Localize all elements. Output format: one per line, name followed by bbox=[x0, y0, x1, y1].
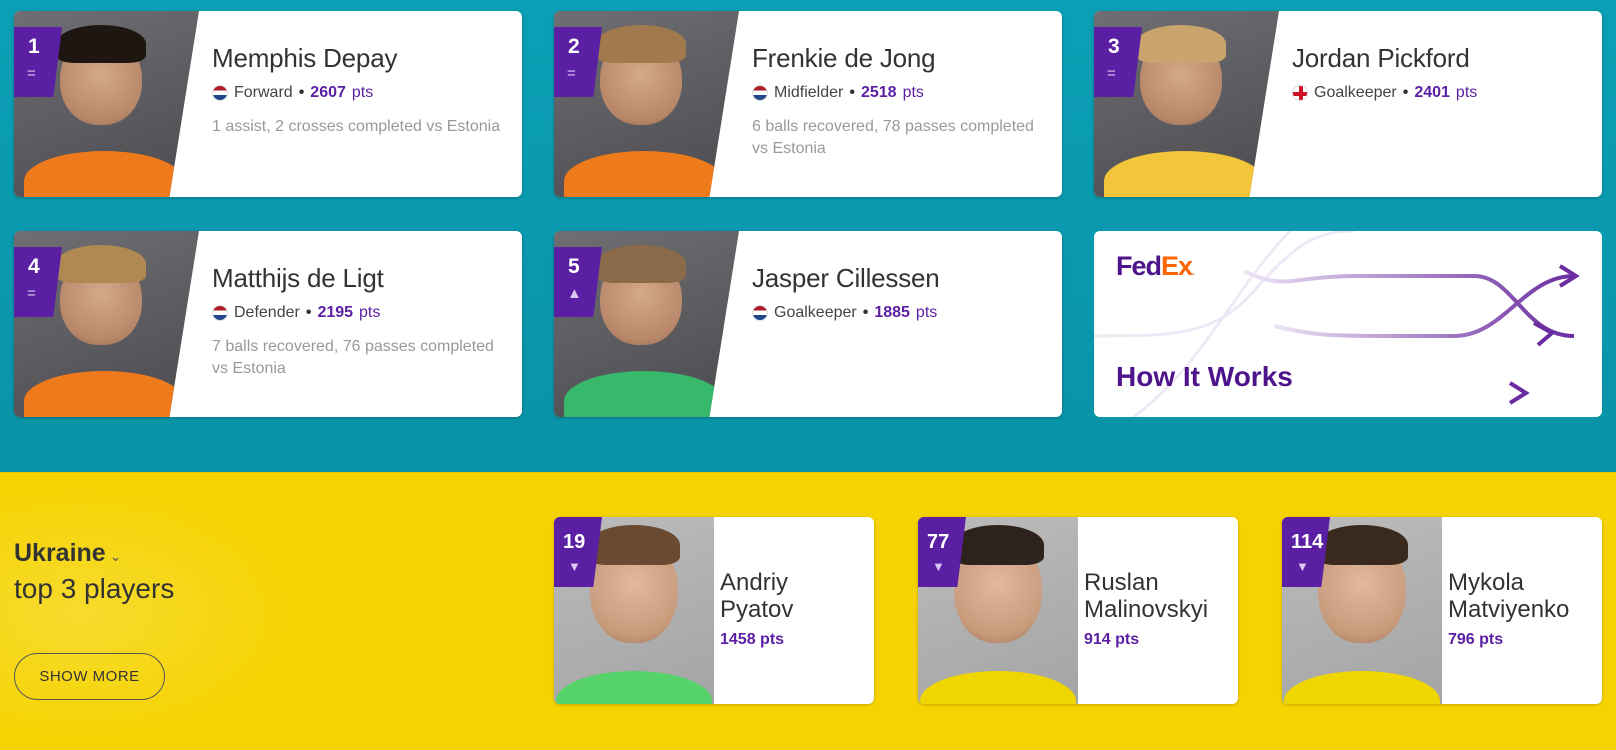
player-position: Forward bbox=[234, 84, 293, 101]
rank-number: 3 bbox=[1108, 35, 1120, 58]
player-position: Goalkeeper bbox=[774, 304, 857, 321]
separator-dot: • bbox=[1402, 84, 1409, 101]
player-points: 914 pts bbox=[1084, 631, 1140, 648]
rank-number: 5 bbox=[568, 255, 580, 278]
separator-dot: • bbox=[862, 304, 869, 321]
player-position: Goalkeeper bbox=[1314, 84, 1397, 101]
fedex-how-it-works-card[interactable]: FedEx. How It Works bbox=[1094, 231, 1602, 417]
player-position: Defender bbox=[234, 304, 300, 321]
points-unit: pts bbox=[915, 304, 938, 321]
show-more-button[interactable]: SHOW MORE bbox=[14, 653, 165, 700]
how-it-works-link[interactable]: How It Works bbox=[1116, 361, 1293, 393]
rank-up-icon: ▲ bbox=[567, 285, 582, 302]
leaderboard-section: 1 = Memphis Depay Forward • 2607 pts 1 a… bbox=[0, 0, 1616, 472]
section-subtitle: top 3 players bbox=[14, 573, 175, 604]
rank-number: 114 bbox=[1291, 531, 1324, 553]
points-unit: pts bbox=[1455, 84, 1478, 101]
player-card[interactable]: 2 = Frenkie de Jong Midfielder • 2518 pt… bbox=[554, 11, 1062, 197]
player-points: 2401 bbox=[1414, 84, 1450, 101]
netherlands-flag-icon bbox=[752, 305, 768, 321]
player-name[interactable]: Memphis Depay bbox=[212, 43, 512, 74]
team-section: Ukraine ⌄ top 3 players SHOW MORE 19 ▼ An… bbox=[0, 472, 1616, 750]
player-points: 2607 bbox=[310, 84, 346, 101]
separator-dot: • bbox=[305, 304, 312, 321]
player-card[interactable]: 3 = Jordan Pickford Goalkeeper • 2401 pt… bbox=[1094, 11, 1602, 197]
chevron-down-icon: ⌄ bbox=[109, 548, 122, 564]
player-points: 1458 pts bbox=[720, 631, 785, 648]
player-name-last[interactable]: Matviyenko bbox=[1448, 596, 1569, 623]
rank-number: 4 bbox=[28, 255, 40, 278]
player-description: 7 balls recovered, 76 passes completed v… bbox=[212, 338, 494, 377]
player-description: 1 assist, 2 crosses completed vs Estonia bbox=[212, 118, 501, 135]
england-flag-icon bbox=[1292, 85, 1308, 101]
player-card[interactable]: 1 = Memphis Depay Forward • 2607 pts 1 a… bbox=[14, 11, 522, 197]
team-selector[interactable]: Ukraine ⌄ bbox=[14, 539, 121, 568]
netherlands-flag-icon bbox=[212, 85, 228, 101]
player-card[interactable]: 4 = Matthijs de Ligt Defender • 2195 pts… bbox=[14, 231, 522, 417]
player-points: 1885 bbox=[874, 304, 910, 321]
player-name[interactable]: Matthijs de Ligt bbox=[212, 263, 512, 294]
player-points: 796 pts bbox=[1448, 631, 1504, 648]
player-description: 6 balls recovered, 78 passes completed v… bbox=[752, 118, 1034, 157]
rank-down-icon: ▼ bbox=[568, 559, 581, 574]
player-name-last[interactable]: Malinovskyi bbox=[1084, 596, 1208, 623]
player-name-last[interactable]: Pyatov bbox=[720, 596, 793, 623]
rank-number: 2 bbox=[568, 35, 580, 58]
points-unit: pts bbox=[359, 304, 381, 321]
team-crest-watermark bbox=[0, 473, 320, 750]
separator-dot: • bbox=[298, 84, 305, 101]
rank-trend-icon: = bbox=[27, 285, 36, 302]
player-name[interactable]: Jordan Pickford bbox=[1292, 43, 1592, 74]
netherlands-flag-icon bbox=[752, 85, 768, 101]
netherlands-flag-icon bbox=[212, 305, 228, 321]
player-name[interactable]: Frenkie de Jong bbox=[752, 43, 1052, 74]
points-unit: pts bbox=[351, 84, 374, 101]
player-card[interactable]: 77 ▼ Ruslan Malinovskyi 914 pts bbox=[918, 517, 1238, 704]
rank-number: 1 bbox=[28, 35, 40, 58]
separator-dot: • bbox=[849, 84, 855, 101]
player-points: 2518 bbox=[860, 84, 897, 101]
rank-trend-icon: = bbox=[1107, 65, 1116, 82]
rank-trend-icon: = bbox=[27, 65, 36, 82]
rank-down-icon: ▼ bbox=[932, 559, 945, 574]
points-unit: pts bbox=[902, 84, 924, 101]
player-points: 2195 bbox=[317, 304, 354, 321]
fedex-logo: FedEx. bbox=[1116, 251, 1195, 281]
player-name-first[interactable]: Ruslan bbox=[1084, 569, 1208, 596]
player-name-first[interactable]: Mykola bbox=[1448, 569, 1569, 596]
rank-number: 77 bbox=[927, 531, 950, 553]
player-position: Midfielder bbox=[774, 84, 844, 101]
rank-down-icon: ▼ bbox=[1296, 559, 1309, 574]
rank-trend-icon: = bbox=[567, 65, 576, 82]
team-name: Ukraine bbox=[14, 539, 106, 567]
player-name-first[interactable]: Andriy bbox=[720, 569, 793, 596]
player-card[interactable]: 19 ▼ Andriy Pyatov 1458 pts bbox=[554, 517, 874, 704]
player-card[interactable]: 114 ▼ Mykola Matviyenko 796 pts bbox=[1282, 517, 1602, 704]
rank-number: 19 bbox=[563, 531, 586, 553]
player-name[interactable]: Jasper Cillessen bbox=[752, 263, 1052, 294]
player-card[interactable]: 5 ▲ Jasper Cillessen Goalkeeper • 1885 p… bbox=[554, 231, 1062, 417]
